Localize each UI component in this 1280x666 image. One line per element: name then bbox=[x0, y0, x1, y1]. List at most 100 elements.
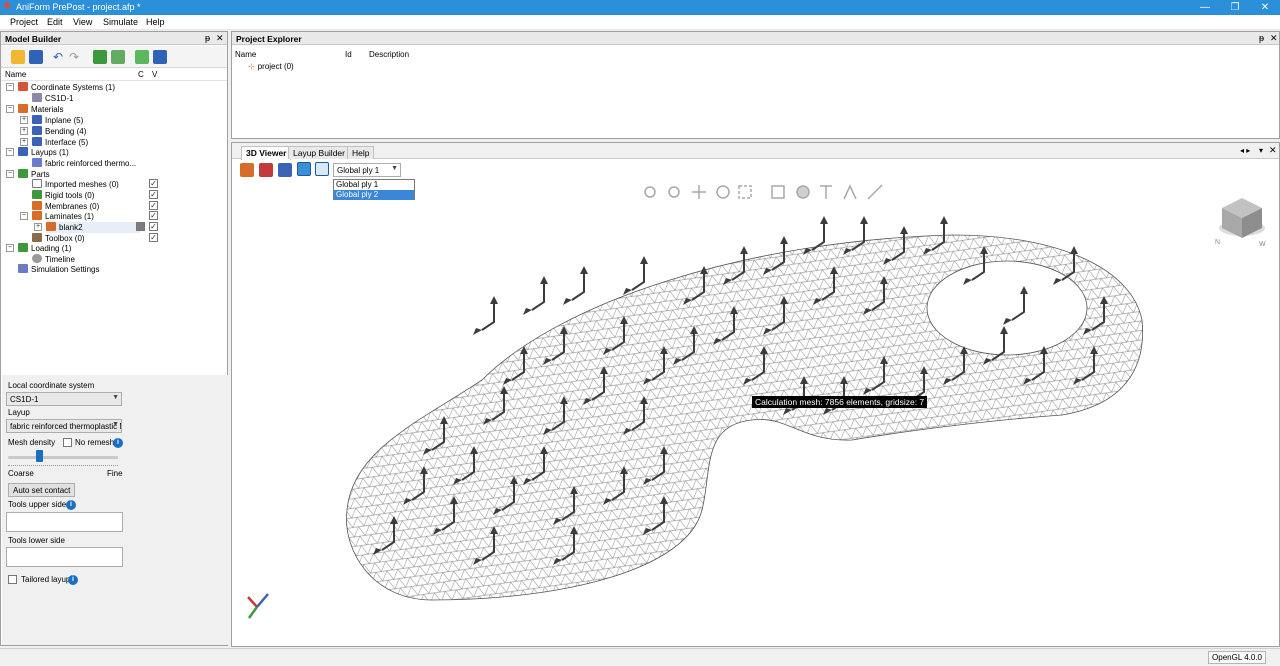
chevron-down-icon: ▼ bbox=[391, 165, 398, 172]
info-icon[interactable]: i bbox=[113, 438, 123, 448]
save-icon[interactable] bbox=[29, 50, 43, 64]
close-panel-icon[interactable]: ✕ bbox=[1270, 33, 1278, 44]
ply-select[interactable]: Global ply 1 ▼ bbox=[333, 163, 401, 177]
tree-cs1d[interactable]: CS1D-1 bbox=[32, 93, 73, 104]
tools-lower-label: Tools lower side bbox=[8, 536, 65, 545]
tree-imported-meshes[interactable]: Imported meshes (0) bbox=[32, 179, 119, 190]
menu-view[interactable]: View bbox=[73, 17, 92, 27]
measure-icon[interactable] bbox=[867, 184, 883, 200]
pin-icon[interactable]: ᵽ bbox=[205, 33, 210, 43]
info-icon[interactable]: i bbox=[68, 575, 78, 585]
visible-checkbox-laminates[interactable]: ✓ bbox=[149, 211, 158, 220]
menu-help[interactable]: Help bbox=[146, 17, 165, 27]
sphere-icon[interactable] bbox=[796, 185, 810, 199]
bending-icon bbox=[32, 126, 42, 135]
fibre-arrow bbox=[563, 266, 588, 305]
check-model-icon[interactable] bbox=[135, 50, 149, 64]
minimize-button[interactable]: — bbox=[1190, 0, 1220, 15]
visible-checkbox-membranes[interactable]: ✓ bbox=[149, 201, 158, 210]
menu-simulate[interactable]: Simulate bbox=[103, 17, 138, 27]
menu-project[interactable]: Project bbox=[10, 17, 38, 27]
toolbox-icon bbox=[32, 233, 42, 242]
mesh-density-slider[interactable] bbox=[35, 450, 43, 462]
visible-checkbox-toolbox[interactable]: ✓ bbox=[149, 233, 158, 242]
tools-upper-list[interactable] bbox=[6, 512, 123, 532]
tree-blank2[interactable]: + blank2 bbox=[34, 222, 140, 233]
pin-icon[interactable]: ᵽ bbox=[1259, 33, 1264, 43]
local-cs-label: Local coordinate system bbox=[8, 381, 95, 390]
tree-layup-item[interactable]: fabric reinforced thermo... bbox=[32, 158, 136, 169]
axes-icon[interactable] bbox=[278, 163, 292, 177]
tools-upper-label: Tools upper side bbox=[8, 500, 67, 509]
tree-rigid-tools[interactable]: Rigid tools (0) bbox=[32, 190, 94, 201]
model-builder-title: Model Builder bbox=[5, 34, 62, 44]
tree-layups[interactable]: − Layups (1) bbox=[6, 147, 69, 158]
visible-checkbox-rigid-tools[interactable]: ✓ bbox=[149, 190, 158, 199]
tab-menu-icon[interactable]: ▾ bbox=[1259, 146, 1263, 155]
zoom-region-icon[interactable] bbox=[644, 186, 656, 198]
interface-icon bbox=[32, 137, 42, 146]
mesh-density-track bbox=[8, 456, 118, 459]
run-simulation-icon[interactable] bbox=[153, 50, 167, 64]
ply-dropdown-list: Global ply 1 Global ply 2 bbox=[333, 179, 415, 200]
tab-scroll-icon[interactable]: ◂ ▸ bbox=[1240, 146, 1250, 155]
mesh-view: N W bbox=[247, 184, 1266, 619]
visible-checkbox-blank2[interactable]: ✓ bbox=[149, 222, 158, 231]
info-icon[interactable]: i bbox=[66, 500, 76, 510]
close-button[interactable]: ✕ bbox=[1250, 0, 1280, 15]
tree-loading[interactable]: − Loading (1) bbox=[6, 243, 71, 254]
coarse-label: Coarse bbox=[8, 469, 34, 478]
tree-simulation-settings[interactable]: Simulation Settings bbox=[18, 264, 99, 275]
view-cube[interactable]: N W bbox=[1215, 198, 1266, 248]
open-folder-icon[interactable] bbox=[11, 50, 25, 64]
close-panel-icon[interactable]: ✕ bbox=[216, 33, 224, 44]
tab-layup-builder[interactable]: Layup Builder bbox=[288, 146, 350, 159]
project-root-item[interactable]: ⊹ project (0) bbox=[248, 61, 294, 72]
tab-3d-viewer[interactable]: 3D Viewer bbox=[241, 146, 292, 160]
settings-icon bbox=[18, 264, 28, 273]
inplane-icon bbox=[32, 115, 42, 124]
layup-select[interactable]: fabric reinforced thermoplastic M ▼ bbox=[6, 419, 122, 433]
tree-bending[interactable]: + Bending (4) bbox=[20, 126, 86, 137]
viewer-panel: 3D Viewer Layup Builder Help ◂ ▸ ▾ ✕ Glo… bbox=[231, 142, 1280, 647]
pen-icon[interactable] bbox=[297, 162, 311, 176]
visible-checkbox-imported-meshes[interactable]: ✓ bbox=[149, 179, 158, 188]
tree-inplane[interactable]: + Inplane (5) bbox=[20, 115, 83, 126]
section-icon[interactable] bbox=[843, 184, 857, 200]
menu-edit[interactable]: Edit bbox=[47, 17, 63, 27]
axis-triad bbox=[247, 593, 269, 619]
auto-set-contact-button[interactable]: Auto set contact bbox=[8, 483, 76, 497]
layups-icon bbox=[18, 147, 28, 156]
text-icon[interactable] bbox=[820, 185, 832, 199]
tailored-layup-checkbox[interactable] bbox=[8, 575, 17, 584]
box-icon[interactable] bbox=[771, 185, 785, 199]
grid-icon[interactable] bbox=[315, 162, 329, 176]
tab-help[interactable]: Help bbox=[347, 146, 375, 159]
ply-option-2[interactable]: Global ply 2 bbox=[334, 190, 414, 200]
tools-lower-list[interactable] bbox=[6, 547, 123, 567]
chevron-down-icon: ▼ bbox=[112, 394, 119, 401]
color-swatch-blank2[interactable] bbox=[136, 222, 145, 231]
close-tab-icon[interactable]: ✕ bbox=[1269, 145, 1277, 156]
3d-canvas[interactable]: N W Calculation mesh: 7856 elements, gri… bbox=[232, 180, 1279, 646]
layers-icon[interactable] bbox=[259, 163, 273, 177]
zoom-icon[interactable] bbox=[668, 186, 680, 198]
fit-icon[interactable] bbox=[738, 185, 752, 199]
export-icon[interactable] bbox=[111, 50, 125, 64]
tool-icon[interactable] bbox=[240, 163, 254, 177]
maximize-button[interactable]: ❐ bbox=[1220, 0, 1250, 15]
ply-option-1[interactable]: Global ply 1 bbox=[334, 180, 414, 190]
tree-laminates[interactable]: − Laminates (1) bbox=[20, 211, 94, 222]
tree-coordinate-systems[interactable]: − Coordinate Systems (1) bbox=[6, 82, 115, 93]
project-icon: ⊹ bbox=[248, 62, 255, 71]
opengl-version: OpenGL 4.0.0 bbox=[1208, 651, 1266, 664]
pan-icon[interactable] bbox=[692, 185, 706, 199]
undo-icon[interactable]: ↶ bbox=[53, 50, 67, 64]
import-icon[interactable] bbox=[93, 50, 107, 64]
viewer-toolbar: Global ply 1 ▼ bbox=[232, 160, 1279, 180]
local-cs-select[interactable]: CS1D-1 ▼ bbox=[6, 392, 122, 406]
rotate-icon[interactable] bbox=[716, 185, 730, 199]
no-remesh-checkbox[interactable] bbox=[63, 438, 72, 447]
tree-materials[interactable]: − Materials bbox=[6, 104, 63, 115]
redo-icon[interactable]: ↷ bbox=[69, 50, 83, 64]
